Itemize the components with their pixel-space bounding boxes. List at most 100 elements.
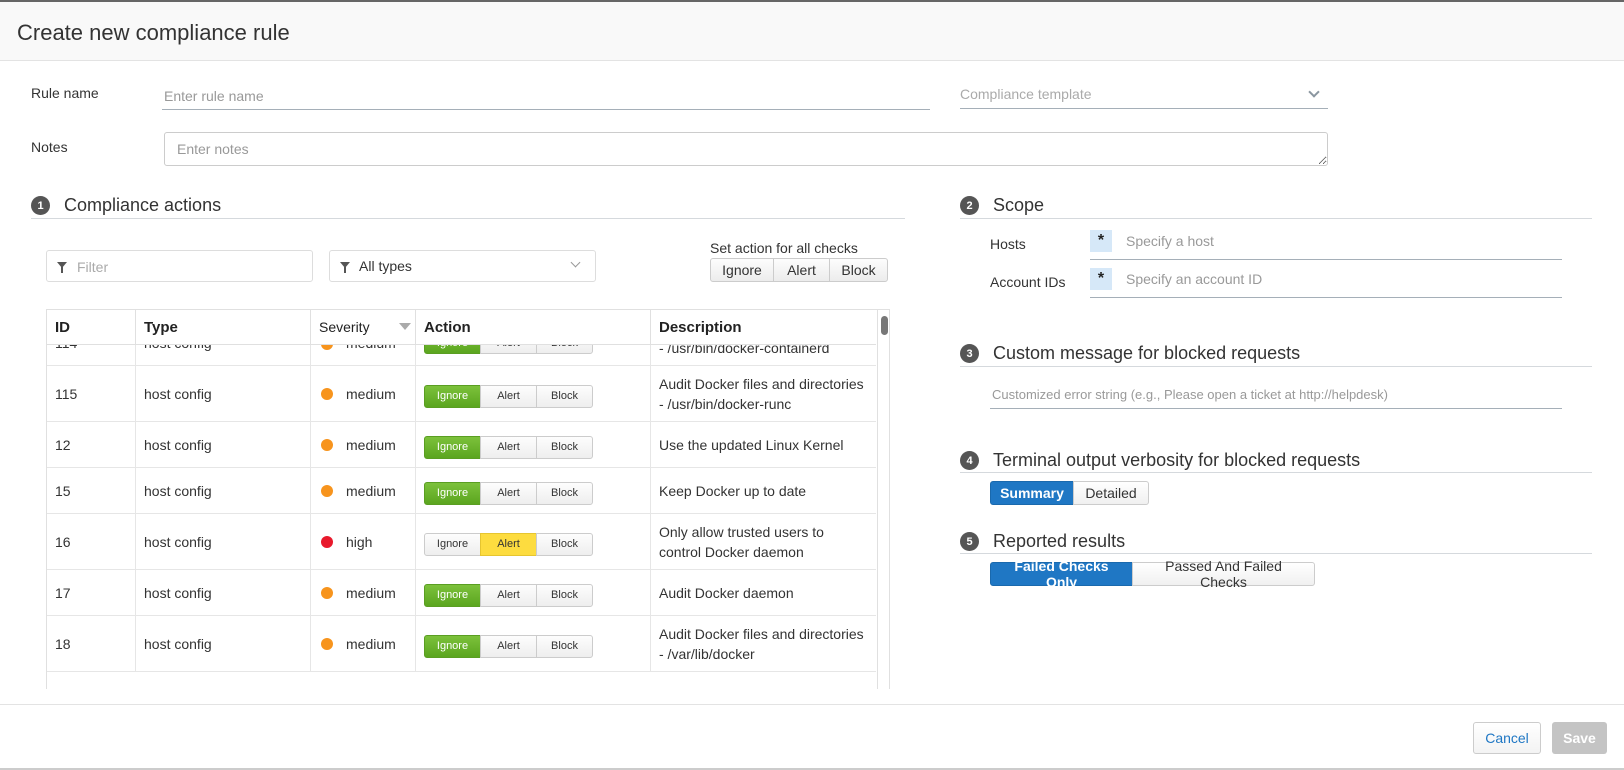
severity-dot-icon xyxy=(321,484,333,497)
cell-id: 12 xyxy=(47,422,136,467)
verbosity-summary-button[interactable]: Summary xyxy=(990,481,1074,505)
types-select[interactable]: All types xyxy=(329,250,596,282)
step-number-badge: 5 xyxy=(960,532,979,551)
section-title: Custom message for blocked requests xyxy=(993,343,1301,363)
custom-message-input[interactable] xyxy=(990,380,1562,409)
severity-label: medium xyxy=(346,385,396,402)
compliance-template-placeholder: Compliance template xyxy=(960,86,1092,102)
row-alert-button[interactable]: Alert xyxy=(480,435,537,459)
rule-name-input[interactable] xyxy=(162,82,930,110)
row-ignore-button[interactable]: Ignore xyxy=(424,532,481,556)
section-divider xyxy=(960,472,1592,473)
cell-description: Audit Docker daemon xyxy=(651,570,876,615)
row-alert-button[interactable]: Alert xyxy=(480,384,537,408)
dialog-header: Create new compliance rule xyxy=(0,2,1624,61)
row-block-button[interactable]: Block xyxy=(536,634,593,658)
step-number-badge: 1 xyxy=(31,196,50,215)
section-divider xyxy=(31,218,905,219)
severity-dot-icon xyxy=(321,586,333,599)
cell-severity: medium xyxy=(311,616,416,671)
row-block-button[interactable]: Block xyxy=(536,481,593,505)
step-number-badge: 4 xyxy=(960,451,979,470)
row-block-button[interactable]: Block xyxy=(536,532,593,556)
compliance-checks-table: ID Type Severity Action Description 114h… xyxy=(46,309,890,689)
row-block-button[interactable]: Block xyxy=(536,435,593,459)
cell-type: host config xyxy=(136,468,311,513)
description-line: Audit Docker daemon xyxy=(659,584,794,601)
table-row: 16 host config high Ignore Alert Block Only al… xyxy=(47,514,876,570)
cell-id: 18 xyxy=(47,616,136,671)
failed-checks-only-button[interactable]: Failed Checks Only xyxy=(990,558,1133,590)
custom-message-heading: 3 Custom message for blocked requests xyxy=(960,343,1300,364)
table-header: ID Type Severity Action Description xyxy=(47,310,876,345)
verbosity-detailed-button[interactable]: Detailed xyxy=(1073,481,1149,505)
notes-textarea[interactable] xyxy=(164,132,1328,166)
compliance-template-select[interactable]: Compliance template xyxy=(960,82,1328,109)
set-all-block-button[interactable]: Block xyxy=(829,258,888,282)
description-text: Keep Docker up to date xyxy=(659,481,806,501)
severity-label: medium xyxy=(346,482,396,499)
cell-description: Audit Docker files and directories - /usr… xyxy=(651,366,876,421)
verbosity-toggle: Summary Detailed xyxy=(990,481,1149,505)
set-all-label: Set action for all checks xyxy=(710,240,858,256)
hosts-field[interactable]: * xyxy=(1090,228,1562,260)
table-row: 12 host config medium Ignore Alert Block Use t… xyxy=(47,422,876,468)
row-alert-button[interactable]: Alert xyxy=(480,532,537,556)
row-ignore-button[interactable]: Ignore xyxy=(424,384,481,408)
chevron-down-icon xyxy=(1308,86,1320,98)
column-header-description[interactable]: Description xyxy=(651,310,876,345)
row-ignore-button[interactable]: Ignore xyxy=(424,435,481,459)
cell-action: IgnoreAlertBlock xyxy=(416,468,651,513)
cell-action: IgnoreAlertBlock xyxy=(416,616,651,671)
account-ids-input[interactable] xyxy=(1126,268,1526,290)
account-ids-field[interactable]: * xyxy=(1090,266,1562,298)
verbosity-heading: 4 Terminal output verbosity for blocked … xyxy=(960,450,1360,471)
step-number-badge: 3 xyxy=(960,344,979,363)
cell-severity: medium xyxy=(311,468,416,513)
types-selected-value: All types xyxy=(359,258,412,274)
severity-filter-icon[interactable] xyxy=(399,323,411,330)
row-action-group: IgnoreAlertBlock xyxy=(424,481,593,505)
row-action-group: IgnoreAlertBlock xyxy=(424,435,593,459)
save-button[interactable]: Save xyxy=(1552,722,1607,754)
cell-description: Use the updated Linux Kernel xyxy=(651,422,876,467)
description-line: - /usr/bin/docker-runc xyxy=(659,395,792,412)
row-ignore-button[interactable]: Ignore xyxy=(424,583,481,607)
row-block-button[interactable]: Block xyxy=(536,583,593,607)
description-text: Only allow trusted users to control Docke… xyxy=(659,522,824,562)
severity-dot-icon xyxy=(321,535,333,548)
set-all-alert-button[interactable]: Alert xyxy=(773,258,830,282)
row-ignore-button[interactable]: Ignore xyxy=(424,634,481,658)
row-alert-button[interactable]: Alert xyxy=(480,583,537,607)
wildcard-asterisk-icon: * xyxy=(1090,230,1112,252)
compliance-actions-heading: 1 Compliance actions xyxy=(31,195,221,216)
row-alert-button[interactable]: Alert xyxy=(480,634,537,658)
section-divider xyxy=(960,553,1592,554)
hosts-input[interactable] xyxy=(1126,230,1526,252)
cell-type: host config xyxy=(136,366,311,421)
table-scrollbar[interactable] xyxy=(877,310,889,689)
row-ignore-button[interactable]: Ignore xyxy=(424,481,481,505)
filter-field[interactable] xyxy=(46,250,313,282)
description-text: Use the updated Linux Kernel xyxy=(659,435,843,455)
description-text: Audit Docker files and directories - /usr… xyxy=(659,374,864,414)
column-header-action[interactable]: Action xyxy=(416,310,651,345)
set-all-ignore-button[interactable]: Ignore xyxy=(710,258,774,282)
wildcard-asterisk-icon: * xyxy=(1090,268,1112,290)
passed-and-failed-checks-button[interactable]: Passed And Failed Checks xyxy=(1132,558,1315,590)
hosts-label: Hosts xyxy=(990,236,1026,252)
filter-input[interactable] xyxy=(77,257,297,277)
scrollbar-thumb[interactable] xyxy=(881,316,888,335)
column-header-severity[interactable]: Severity xyxy=(311,310,416,345)
cell-type: host config xyxy=(136,514,311,569)
table-row: 17 host config medium Ignore Alert Block Audit… xyxy=(47,570,876,616)
cell-severity: high xyxy=(311,514,416,569)
row-alert-button[interactable]: Alert xyxy=(480,481,537,505)
severity-dot-icon xyxy=(321,438,333,451)
column-header-id[interactable]: ID xyxy=(47,310,136,345)
severity-label: medium xyxy=(346,635,396,652)
column-header-type[interactable]: Type xyxy=(136,310,311,345)
cancel-button[interactable]: Cancel xyxy=(1473,722,1541,754)
row-block-button[interactable]: Block xyxy=(536,384,593,408)
cell-type: host config xyxy=(136,422,311,467)
